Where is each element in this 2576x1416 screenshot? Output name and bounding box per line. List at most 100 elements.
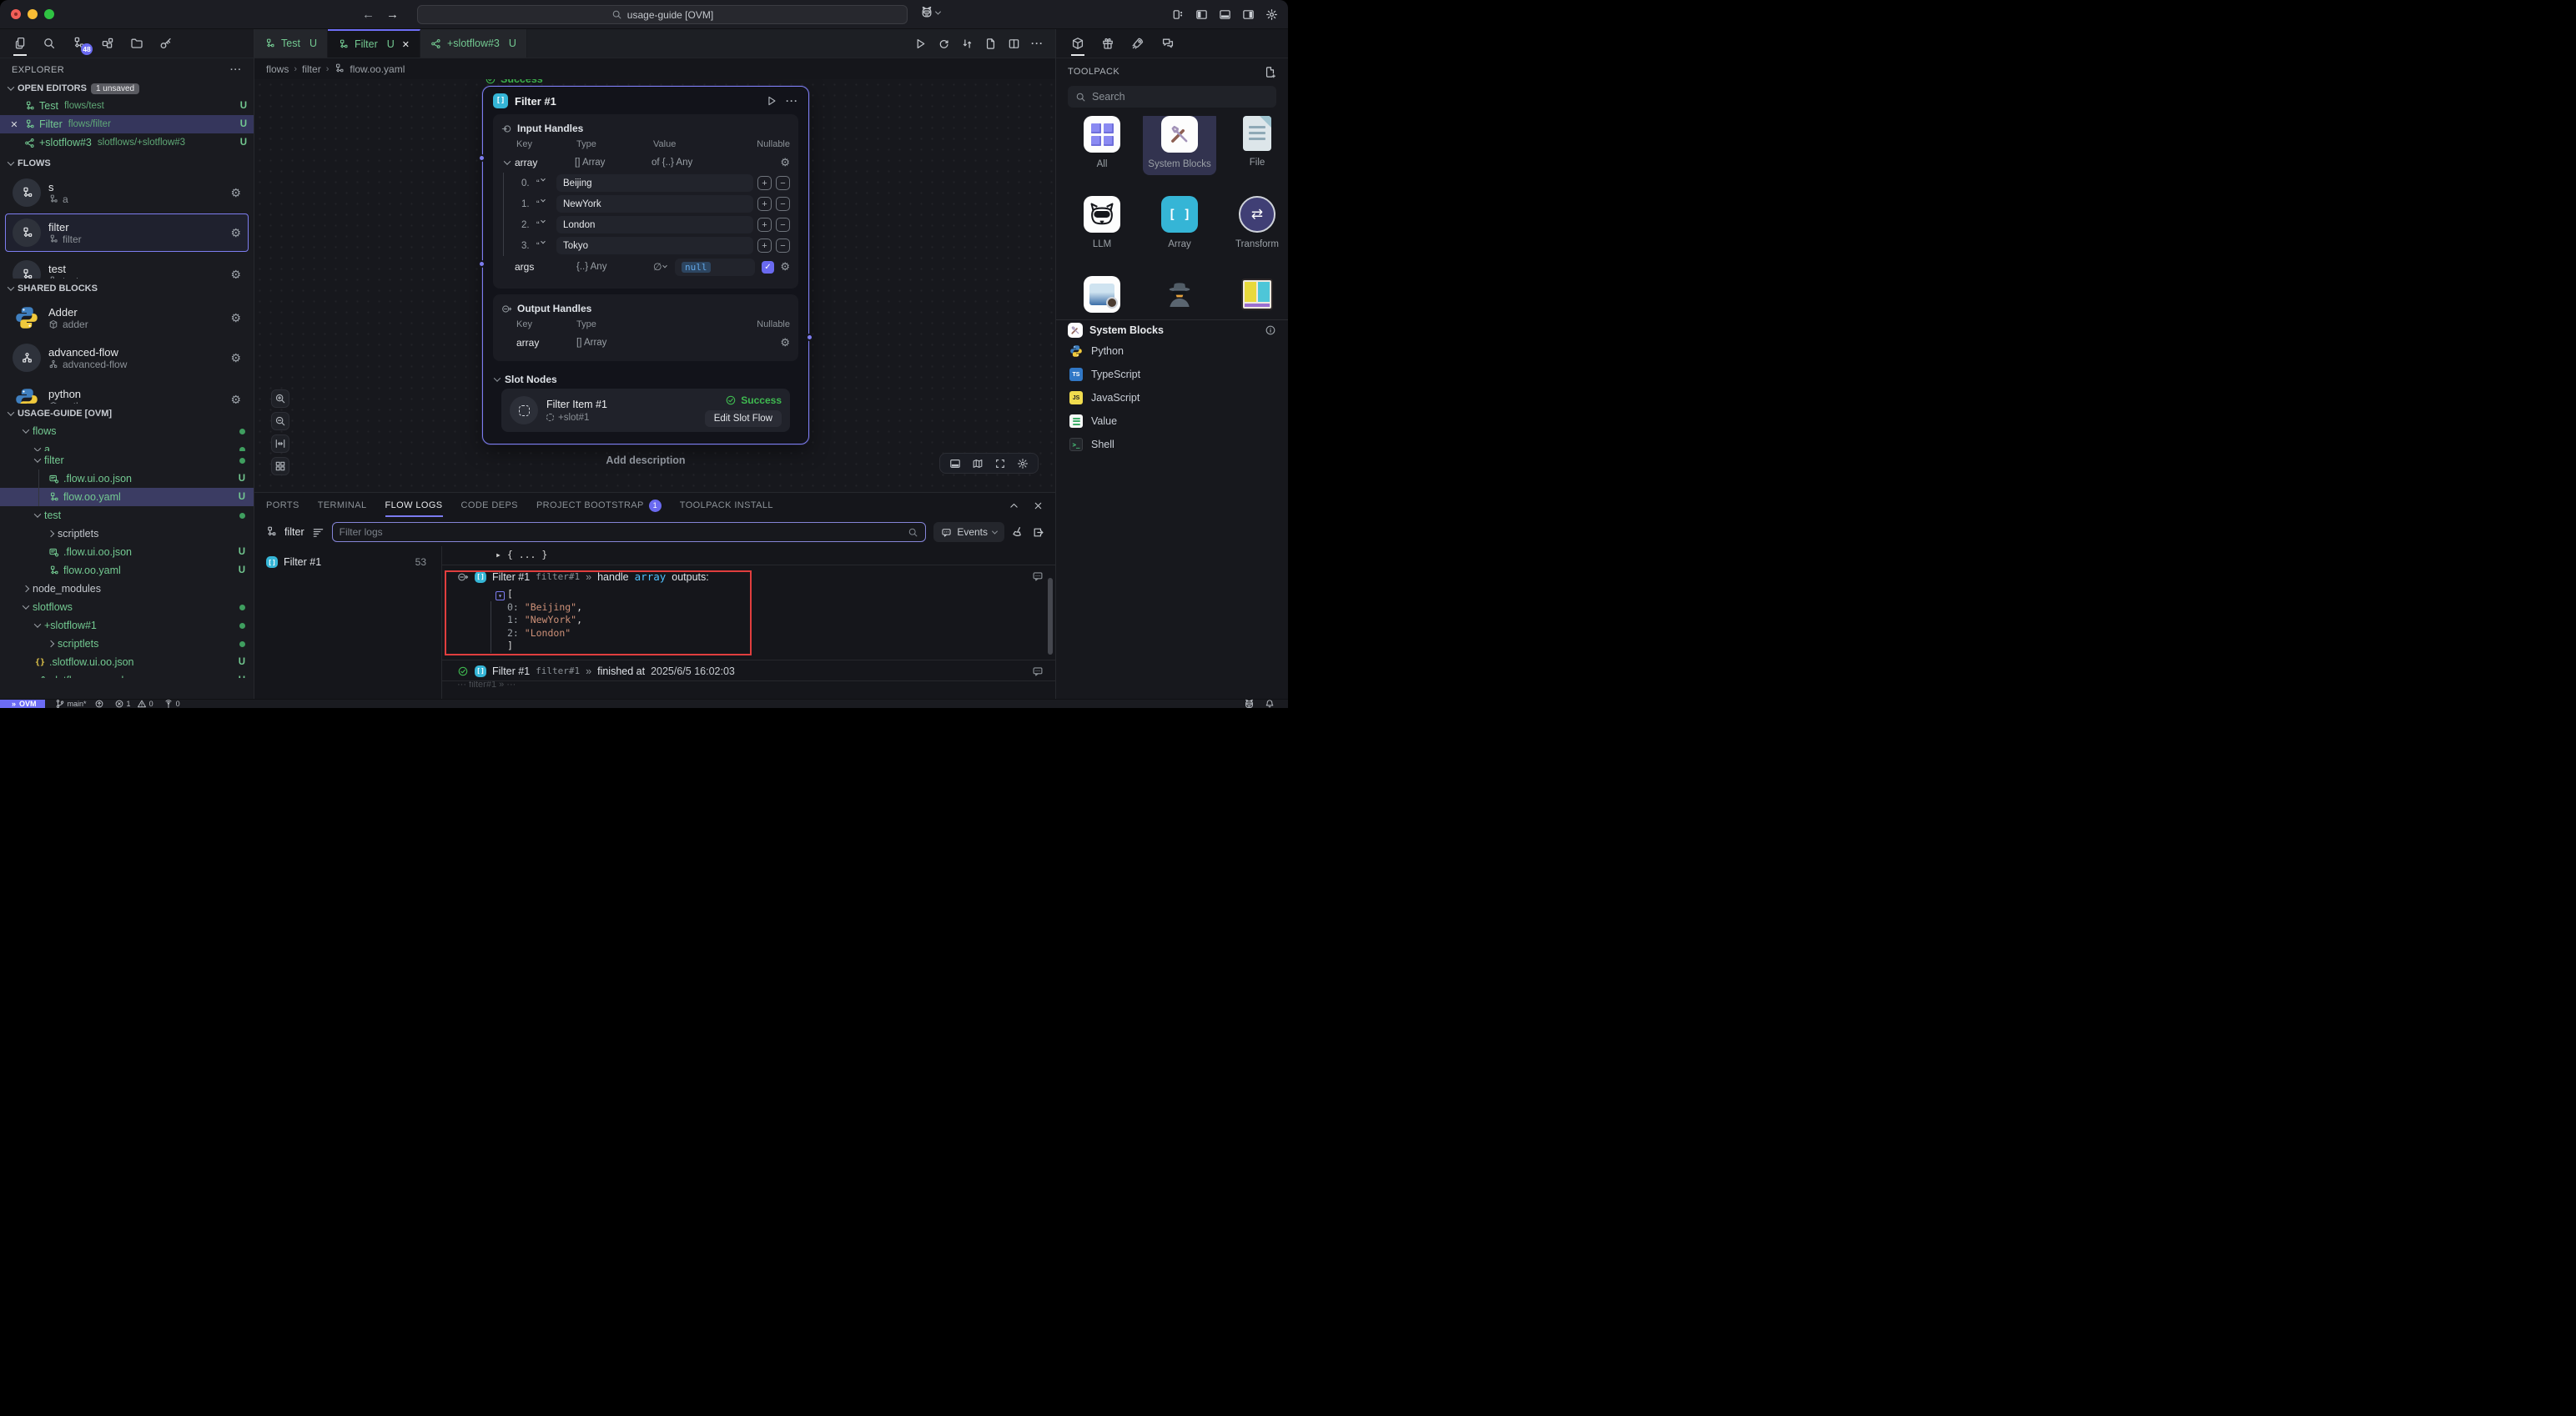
panel-left-icon[interactable] (1195, 8, 1208, 21)
tree-item-+slotflow#1[interactable]: +slotflow#1 (0, 616, 254, 635)
list-filter-icon[interactable] (312, 526, 325, 539)
gear-icon[interactable]: ⚙ (230, 393, 241, 404)
panel-tab-ports[interactable]: PORTS (266, 493, 299, 518)
export-page-icon[interactable] (984, 38, 997, 50)
string-type-selector[interactable]: “ (536, 178, 556, 188)
gear-icon[interactable]: ⚙ (230, 311, 241, 325)
step-icon[interactable] (961, 38, 974, 50)
tree-item-.flow.ui.oo.json[interactable]: .flow.ui.oo.jsonU (0, 543, 254, 561)
gear-icon[interactable]: ⚙ (780, 336, 790, 349)
more-icon[interactable]: ··· (1031, 38, 1044, 49)
back-button[interactable]: ← (362, 8, 375, 22)
activity-files-button[interactable] (12, 33, 28, 54)
panel-tab-toolpack-install[interactable]: TOOLPACK INSTALL (680, 493, 773, 518)
remove-item-button[interactable]: − (776, 197, 790, 211)
args-value-input[interactable]: null (675, 259, 755, 276)
panel-tab-flow-logs[interactable]: FLOW LOGS (385, 493, 443, 518)
nullable-checkbox[interactable]: ✓ (762, 261, 774, 274)
minimize-window-button[interactable] (28, 9, 38, 19)
item-value-input[interactable]: Tokyo (556, 237, 753, 254)
panel-tab-terminal[interactable]: TERMINAL (318, 493, 367, 518)
card-python[interactable]: pythonpython⚙ (5, 380, 249, 404)
right-activity-gift-button[interactable] (1099, 33, 1116, 54)
run-node-icon[interactable] (766, 95, 777, 107)
git-branch[interactable]: main* (55, 699, 104, 708)
panel-tab-code-deps[interactable]: CODE DEPS (461, 493, 518, 518)
remote-indicator[interactable]: »OVM (0, 700, 45, 708)
card-Adder[interactable]: Adderadder⚙ (5, 299, 249, 337)
node-more-icon[interactable]: ··· (786, 95, 798, 107)
flow-canvas[interactable]: Success [] Filter #1 ··· Input Handles (254, 79, 1055, 492)
string-type-selector[interactable]: “ (536, 220, 556, 230)
tree-item-flow.oo.yaml[interactable]: flow.oo.yamlU (0, 488, 254, 506)
activity-folder-button[interactable] (128, 33, 145, 54)
gear-icon[interactable]: ⚙ (230, 226, 241, 240)
zoom-in-button[interactable] (271, 389, 289, 408)
remove-item-button[interactable]: − (776, 218, 790, 232)
notifications-icon[interactable] (1265, 699, 1275, 708)
log-entry-finished[interactable]: []Filter #1filter#1»finished at2025/6/5 … (442, 660, 1055, 681)
breadcrumb-flow.oo.yaml[interactable]: flow.oo.yaml (350, 63, 405, 75)
log-node-row[interactable]: []Filter #153 (254, 552, 441, 572)
activity-blocks-button[interactable] (99, 33, 116, 54)
output-row-array[interactable]: array[] Array⚙ (501, 333, 790, 353)
right-activity-package-button[interactable] (1069, 33, 1086, 54)
workspace-header[interactable]: USAGE-GUIDE [OVM] (0, 405, 254, 422)
breadcrumb[interactable]: flows›filter›flow.oo.yaml (254, 58, 1055, 79)
grid-button[interactable] (271, 457, 289, 475)
toolpack-category-array[interactable]: [ ]Array (1143, 196, 1216, 249)
toolpack-category-all[interactable]: All (1065, 116, 1139, 169)
close-tab-icon[interactable]: ✕ (402, 39, 410, 50)
events-dropdown[interactable]: Events (933, 522, 1004, 542)
system-block-javascript[interactable]: JSJavaScript (1056, 386, 1288, 409)
profile-menu[interactable] (920, 6, 940, 19)
toolpack-item-comic[interactable] (1220, 276, 1288, 313)
input-port-array[interactable] (478, 154, 486, 162)
tree-item-scriptlets[interactable]: scriptlets (0, 525, 254, 543)
ports-indicator[interactable]: 0 (164, 699, 180, 708)
open-editor-item[interactable]: ✕Filterflows/filterU (0, 115, 254, 133)
tree-item-scriptlets[interactable]: scriptlets (0, 635, 254, 653)
system-block-shell[interactable]: >_Shell (1056, 433, 1288, 456)
close-window-button[interactable] (11, 9, 21, 19)
tree-item-test[interactable]: test (0, 506, 254, 525)
tab-Filter[interactable]: FilterU✕ (328, 29, 420, 58)
log-flow-name[interactable]: filter (284, 526, 304, 538)
toolpack-category-llm[interactable]: LLM (1065, 196, 1139, 249)
item-value-input[interactable]: London (556, 216, 753, 233)
fit-width-button[interactable] (271, 434, 289, 453)
log-filter-input[interactable]: Filter logs (332, 522, 927, 542)
flow-node-filter-1[interactable]: [] Filter #1 ··· Input Handles KeyTypeVa… (482, 86, 809, 444)
comment-icon[interactable] (1032, 665, 1044, 677)
item-value-input[interactable]: NewYork (556, 195, 753, 213)
tree-item-slotflows[interactable]: slotflows (0, 598, 254, 616)
gear-icon[interactable]: ⚙ (780, 156, 790, 169)
close-editor-icon[interactable]: ✕ (8, 119, 20, 130)
command-center[interactable]: usage-guide [OVM] (417, 5, 908, 24)
mascot-icon[interactable] (1244, 699, 1255, 709)
log-entry-collapsed[interactable]: ▸ { ... } (442, 546, 1055, 565)
run-icon[interactable] (914, 38, 927, 50)
settings-icon[interactable] (1265, 8, 1278, 21)
tree-item-slotflow.oo.yaml[interactable]: slotflow.oo.yamlU (0, 671, 254, 678)
shared-blocks-header[interactable]: SHARED BLOCKS (0, 280, 254, 297)
tree-item-flows[interactable]: flows (0, 422, 254, 440)
toolpack-category-system-blocks[interactable]: System Blocks (1143, 116, 1216, 175)
settings-icon[interactable] (1017, 458, 1029, 469)
toolpack-category-transform[interactable]: ⇄Transform (1220, 196, 1288, 249)
card-filter[interactable]: filterfilter⚙ (5, 213, 249, 252)
tree-item-.flow.ui.oo.json[interactable]: .flow.ui.oo.jsonU (0, 469, 254, 488)
export-logs-icon[interactable] (1032, 526, 1044, 539)
breadcrumb-flows[interactable]: flows (266, 63, 289, 75)
collapse-panel-icon[interactable] (1009, 500, 1019, 511)
info-icon[interactable] (1265, 324, 1276, 336)
toolpack-item-spy[interactable] (1143, 276, 1216, 313)
breadcrumb-filter[interactable]: filter (302, 63, 321, 75)
json-expander-icon[interactable]: ▾ (496, 591, 505, 600)
edit-slot-flow-button[interactable]: Edit Slot Flow (705, 410, 782, 427)
forward-button[interactable]: → (386, 8, 399, 22)
panel-tab-project-bootstrap[interactable]: PROJECT BOOTSTRAP1 (536, 493, 662, 518)
string-type-selector[interactable]: “ (536, 199, 556, 209)
open-editor-item[interactable]: +slotflow#3slotflows/+slotflow#3U (0, 133, 254, 152)
tree-item-filter[interactable]: filter (0, 451, 254, 469)
